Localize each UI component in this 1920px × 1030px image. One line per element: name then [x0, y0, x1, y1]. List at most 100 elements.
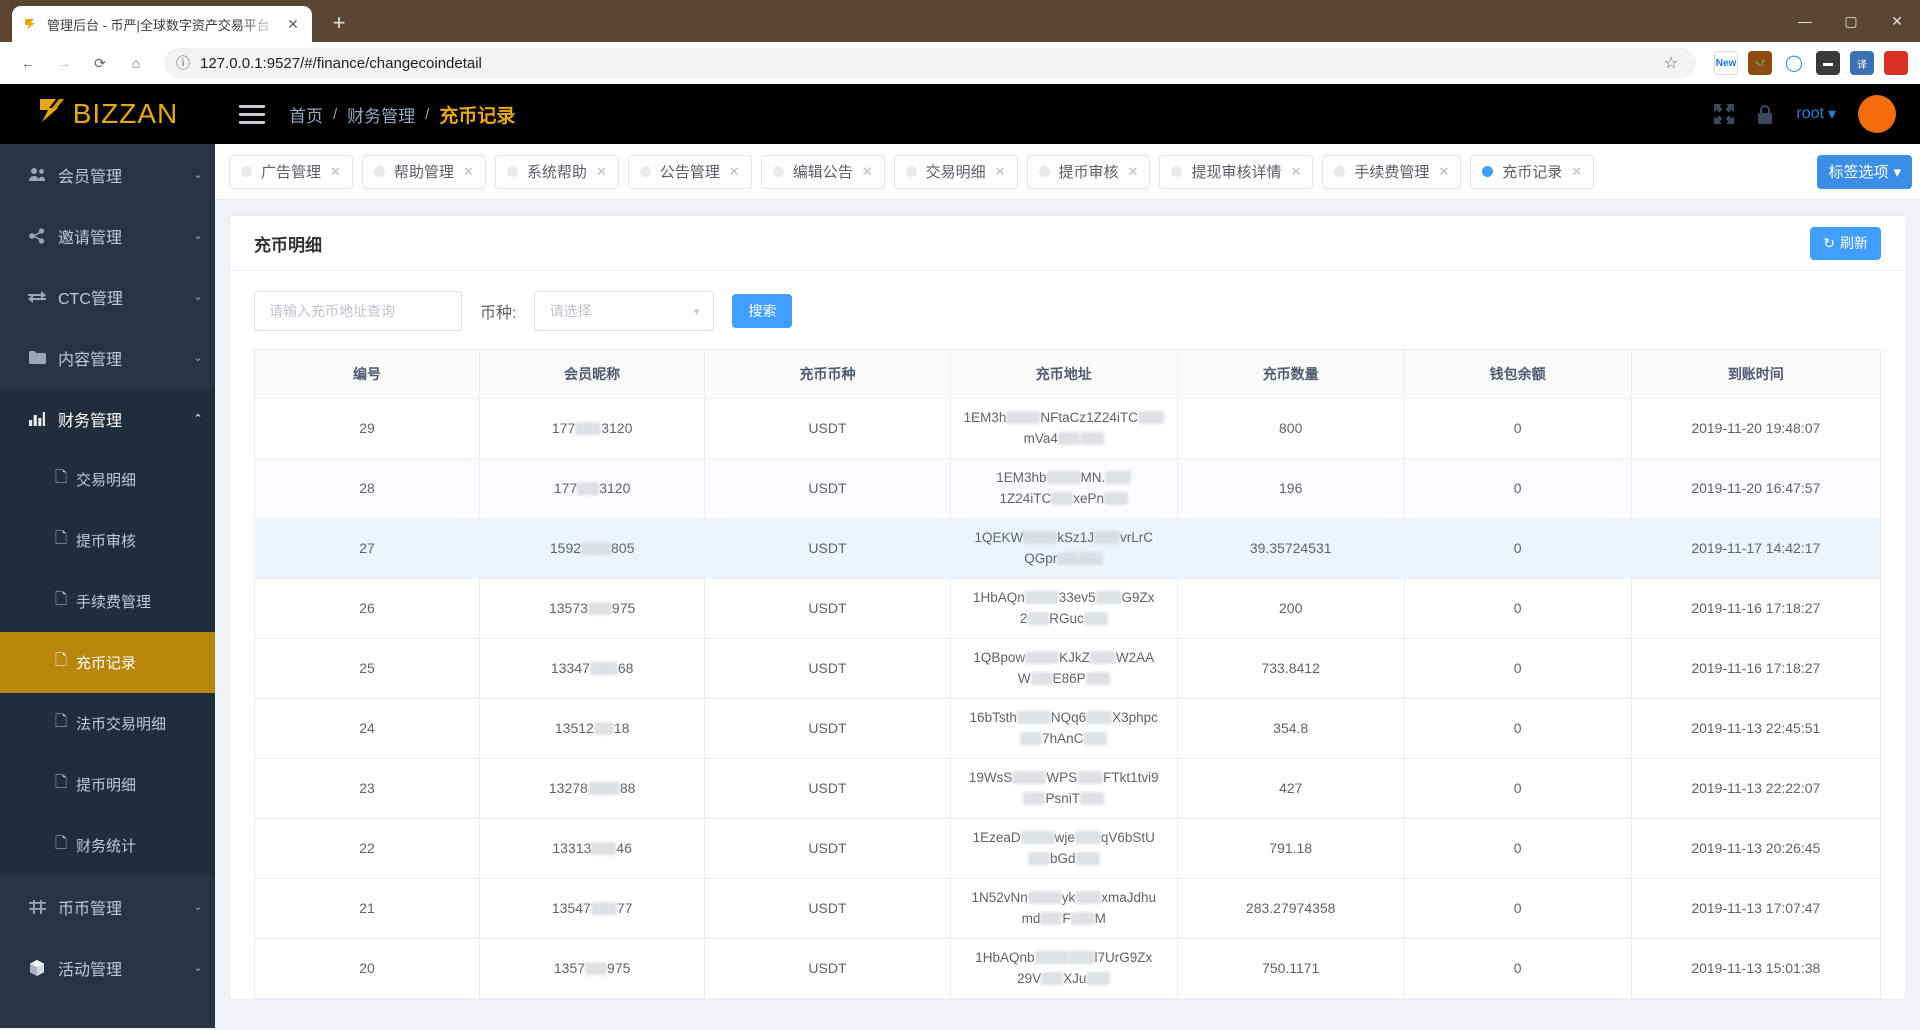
tag-options-button[interactable]: 标签选项 ▾: [1817, 154, 1912, 189]
cell-balance: 0: [1403, 398, 1632, 459]
close-icon[interactable]: ✕: [284, 15, 302, 33]
breadcrumb-item-home[interactable]: 首页: [289, 102, 323, 127]
folder-icon: [28, 351, 46, 364]
lock-icon[interactable]: [1756, 104, 1774, 125]
sidebar-item-coin[interactable]: 币币管理 ⌄: [0, 876, 215, 937]
table-row[interactable]: 25 13347 68 USDT 1QBpow KJkZ W2AA W E86P 733.8412…: [253, 638, 1882, 699]
browser-tab[interactable]: 管理后台 - 币严|全球数字资产交易平台 ✕: [12, 6, 312, 42]
minimize-icon[interactable]: —: [1782, 0, 1828, 42]
sidebar-subitem-fiat-transaction-detail[interactable]: 🗋 法币交易明细: [0, 693, 215, 754]
home-icon[interactable]: ⌂: [120, 47, 152, 79]
sidebar-item-finance[interactable]: 财务管理 ⌃: [0, 388, 215, 449]
cell-coin: USDT: [704, 938, 951, 999]
sidebar-item-activity[interactable]: 活动管理 ⌄: [0, 937, 215, 998]
deposit-address-search-input[interactable]: [254, 291, 462, 331]
sidebar-item-content[interactable]: 内容管理 ⌄: [0, 327, 215, 388]
tag-fee-management[interactable]: 手续费管理 ✕: [1322, 154, 1462, 189]
tag-edit-notice[interactable]: 编辑公告 ✕: [760, 154, 885, 189]
nickname-suffix: 805: [611, 539, 635, 556]
butterfly-extension-icon[interactable]: 🦋: [1748, 51, 1772, 75]
table-row[interactable]: 29 177 3120 USDT 1EM3h NFtaCz1Z24iTC mVa4 800 0 2…: [253, 398, 1882, 459]
window-controls: — ▢ ✕: [1782, 0, 1920, 42]
close-icon[interactable]: ✕: [862, 164, 873, 180]
search-button[interactable]: 搜索: [732, 294, 793, 328]
forward-icon[interactable]: →: [48, 47, 80, 79]
table-row[interactable]: 22 13313 46 USDT 1EzeaD wje qV6bStU bGd 791.18 0 2…: [253, 818, 1882, 879]
cell-coin: USDT: [704, 638, 951, 699]
site-info-icon[interactable]: ⓘ: [176, 53, 190, 73]
column-header-amount[interactable]: 充币数量: [1176, 349, 1405, 399]
tag-notice-management[interactable]: 公告管理 ✕: [627, 154, 752, 189]
pocket-extension-icon[interactable]: ▬: [1816, 51, 1840, 75]
sidebar-subitem-label: 交易明细: [76, 472, 137, 489]
reload-icon[interactable]: ⟳: [84, 47, 116, 79]
close-icon[interactable]: ✕: [995, 164, 1006, 180]
sidebar-item-member[interactable]: 会员管理 ⌄: [0, 144, 215, 205]
sidebar-subitem-fee-management[interactable]: 🗋 手续费管理: [0, 571, 215, 632]
deposit-address: 1EM3h NFtaCz1Z24iTC mVa4: [959, 408, 1169, 450]
column-header-id[interactable]: 编号: [253, 349, 481, 399]
bookmark-star-icon[interactable]: ☆: [1658, 50, 1684, 76]
close-icon[interactable]: ✕: [596, 164, 607, 180]
table-row[interactable]: 23 13278 88 USDT 19WsS WPS FTkt1tvi9 PsniT 427 0 2…: [253, 758, 1882, 819]
nickname-suffix: 88: [619, 779, 636, 796]
close-icon[interactable]: ✕: [729, 164, 740, 180]
fullscreen-icon[interactable]: [1714, 104, 1735, 124]
exchange-icon: [28, 290, 46, 304]
tag-withdraw-review-detail[interactable]: 提现审核详情 ✕: [1159, 154, 1314, 189]
table-row[interactable]: 21 13547 77 USDT 1N52vNn yk xmaJdhu md F M 283.279…: [253, 878, 1882, 939]
sidebar-item-invite[interactable]: 邀请管理 ⌄: [0, 205, 215, 266]
document-icon: 🗋: [54, 774, 68, 791]
close-icon[interactable]: ✕: [1438, 164, 1449, 180]
tag-system-help[interactable]: 系统帮助 ✕: [494, 154, 619, 189]
profile-avatar-icon[interactable]: [1884, 51, 1908, 75]
new-badge-extension-icon[interactable]: New: [1714, 51, 1738, 75]
table-row[interactable]: 28 177 3120 USDT 1EM3hb MN. 1Z24iTC xePn 196 0 201…: [253, 458, 1882, 519]
cell-amount: 283.27974358: [1176, 878, 1405, 939]
sidebar-item-ctc[interactable]: CTC管理 ⌄: [0, 266, 215, 327]
table-row[interactable]: 24 13512 18 USDT 16bTsth NQq6 X3phpc 7hAnC 354.8…: [253, 698, 1882, 759]
column-header-coin[interactable]: 充币币种: [704, 349, 951, 399]
deposit-address: 1HbAQn 33ev5 G9Zx 2 RGuc: [972, 589, 1155, 626]
hamburger-icon[interactable]: [239, 104, 265, 124]
app-logo[interactable]: BIZZAN: [0, 84, 215, 144]
tag-ad-management[interactable]: 广告管理 ✕: [229, 154, 353, 189]
sidebar-subitem-transaction-detail[interactable]: 🗋 交易明细: [0, 449, 215, 510]
sidebar-subitem-withdraw-detail[interactable]: 🗋 提币明细: [0, 754, 215, 815]
tag-deposit-record[interactable]: 充币记录 ✕: [1470, 154, 1595, 189]
avatar[interactable]: [1858, 95, 1896, 133]
close-icon[interactable]: ✕: [1128, 164, 1139, 180]
close-icon[interactable]: ✕: [463, 164, 474, 180]
close-icon[interactable]: ✕: [1290, 164, 1301, 180]
column-header-nickname[interactable]: 会员昵称: [479, 349, 706, 399]
column-header-time[interactable]: 到账时间: [1630, 349, 1882, 399]
close-icon[interactable]: ✕: [330, 164, 341, 180]
breadcrumb-item-finance[interactable]: 财务管理: [347, 102, 415, 127]
close-icon[interactable]: ✕: [1571, 164, 1582, 180]
sidebar-subitem-finance-stats[interactable]: 🗋 财务统计: [0, 815, 215, 876]
refresh-button[interactable]: ↻ 刷新: [1810, 226, 1881, 260]
table-row[interactable]: 26 13573 975 USDT 1HbAQn 33ev5 G9Zx 2 RGuc 200 0 20…: [253, 578, 1882, 639]
cell-amount: 427: [1176, 758, 1405, 819]
table-row[interactable]: 20 1357 975 USDT 1HbAQnb l7UrG9Zx 29V XJu 750.11…: [253, 938, 1882, 999]
coin-type-select[interactable]: 请选择 ▾: [534, 291, 715, 331]
window-close-icon[interactable]: ✕: [1874, 0, 1920, 42]
new-tab-button[interactable]: +: [322, 6, 356, 40]
maximize-icon[interactable]: ▢: [1828, 0, 1874, 42]
column-header-balance[interactable]: 钱包余额: [1403, 349, 1632, 399]
redacted-text: [1024, 590, 1059, 604]
sidebar-subitem-withdraw-review[interactable]: 🗋 提币审核: [0, 510, 215, 571]
tag-withdraw-review[interactable]: 提币审核 ✕: [1026, 154, 1151, 189]
redacted-text: [1086, 971, 1111, 985]
circle-extension-icon[interactable]: ◯: [1782, 51, 1806, 75]
sidebar-subitem-deposit-record[interactable]: 🗋 充币记录: [0, 632, 215, 693]
table-row[interactable]: 27 1592 805 USDT 1QEKW kSz1J vrLrC QGpr 39.35724…: [253, 518, 1882, 579]
column-header-address[interactable]: 充币地址: [949, 349, 1178, 399]
tag-help-management[interactable]: 帮助管理 ✕: [361, 154, 486, 189]
tag-transaction-detail[interactable]: 交易明细 ✕: [893, 154, 1018, 189]
user-menu[interactable]: root ▾: [1796, 104, 1836, 124]
cell-address: 1N52vNn yk xmaJdhu md F M: [949, 878, 1178, 939]
back-icon[interactable]: ←: [12, 47, 44, 79]
address-bar[interactable]: ⓘ 127.0.0.1:9527/#/finance/changecoindet…: [164, 48, 1696, 78]
translate-extension-icon[interactable]: 译: [1850, 51, 1874, 75]
